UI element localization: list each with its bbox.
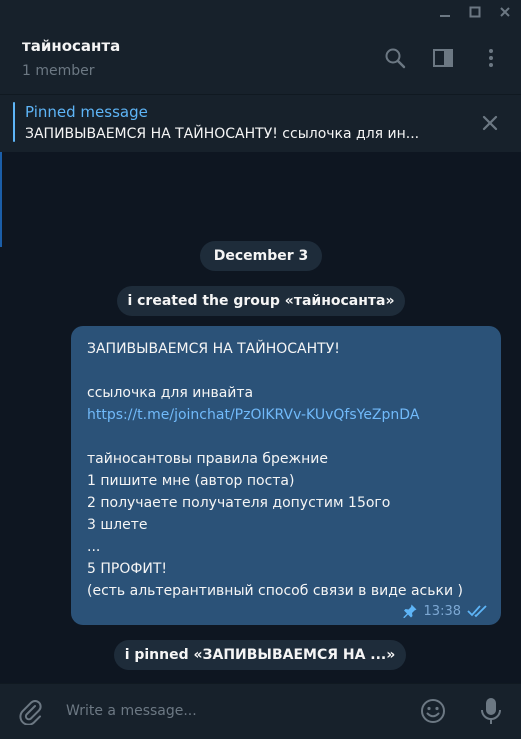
message-line: [87, 426, 489, 448]
message-line: 5 ПРОФИТ!: [87, 561, 168, 577]
microphone-icon[interactable]: [477, 696, 505, 726]
message-line: 2 получаете получателя допустим 15ого: [87, 495, 391, 511]
close-pinned-icon[interactable]: [479, 112, 501, 134]
pinned-message-bar[interactable]: Pinned message ЗАПИВЫВАЕМСЯ НА ТАЙНОСАНТ…: [0, 94, 521, 152]
sidebar-toggle-icon[interactable]: [429, 44, 457, 72]
message-line: ссылочка для инвайта: [87, 385, 254, 401]
message-line: тайносантовы правила брежние: [87, 451, 329, 467]
double-check-icon: [467, 605, 487, 618]
sidebar-edge: [0, 152, 2, 247]
maximize-icon[interactable]: [463, 0, 487, 24]
message-bubble[interactable]: ЗАПИВЫВАЕМСЯ НА ТАЙНОСАНТУ! ссылочка для…: [71, 326, 501, 625]
message-text: ЗАПИВЫВАЕМСЯ НА ТАЙНОСАНТУ! ссылочка для…: [87, 338, 489, 602]
invite-link[interactable]: https://t.me/joinchat/PzOlKRVv-KUvQfsYeZ…: [87, 404, 489, 426]
message-line: [87, 360, 489, 382]
attach-icon[interactable]: [16, 697, 44, 725]
service-message-created: i created the group «тайносанта»: [117, 286, 405, 316]
chat-title[interactable]: тайносанта: [22, 37, 120, 55]
message-composer: [0, 683, 521, 739]
more-options-icon[interactable]: [477, 44, 505, 72]
date-badge: December 3: [200, 241, 322, 271]
message-line: 1 пишите мне (автор поста): [87, 473, 295, 489]
emoji-icon[interactable]: [419, 697, 447, 725]
message-line: ...: [87, 539, 101, 555]
pinned-text: ЗАПИВЫВАЕМСЯ НА ТАЙНОСАНТУ! ссылочка для…: [25, 126, 420, 142]
message-input[interactable]: [66, 698, 386, 724]
close-icon[interactable]: [493, 0, 517, 24]
minimize-icon[interactable]: [433, 0, 457, 24]
message-line: 3 шлете: [87, 517, 148, 533]
service-message-pinned: i pinned «ЗАПИВЫВАЕМСЯ НА ...»: [114, 640, 406, 670]
member-count: 1 member: [22, 63, 95, 79]
chat-header: тайносанта 1 member: [0, 24, 521, 94]
message-line: (есть альтерантивный способ связи в виде…: [87, 583, 463, 599]
pinned-accent-bar: [13, 102, 15, 142]
pinned-title: Pinned message: [25, 103, 148, 121]
message-meta: 13:38: [402, 603, 489, 619]
window-titlebar: [0, 0, 521, 24]
message-line: ЗАПИВЫВАЕМСЯ НА ТАЙНОСАНТУ!: [87, 341, 340, 357]
message-time: 13:38: [423, 603, 461, 619]
search-icon[interactable]: [381, 44, 409, 72]
pin-icon: [403, 604, 417, 618]
